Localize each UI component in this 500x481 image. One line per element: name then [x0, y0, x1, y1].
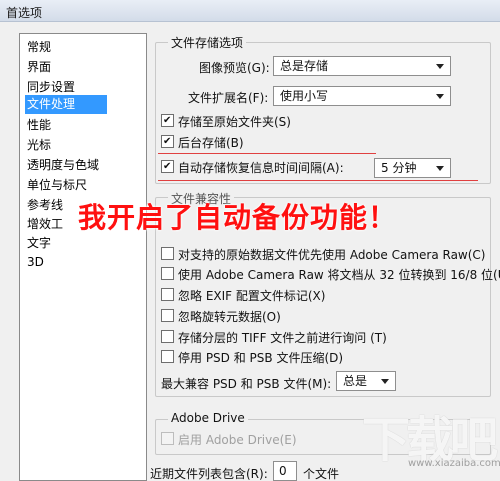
camera-raw-32bit-label: 使用 Adobe Camera Raw 将文档从 32 位转换到 16/8 位(… — [178, 268, 500, 282]
ignore-exif-label: 忽略 EXIF 配置文件标记(X) — [178, 289, 326, 303]
max-compat-label: 最大兼容 PSD 和 PSB 文件(M): — [161, 377, 332, 391]
file-extension-value: 使用小写 — [280, 89, 329, 103]
recent-files-label: 近期文件列表包含(R): — [150, 467, 268, 481]
ignore-exif-checkbox[interactable]: 忽略 EXIF 配置文件标记(X) — [161, 287, 325, 303]
ignore-rotation-metadata-label: 忽略旋转元数据(O) — [178, 310, 281, 324]
ask-layered-tiff-checkbox[interactable]: 存储分层的 TIFF 文件之前进行询问 (T) — [161, 329, 387, 345]
checkbox-icon — [161, 247, 174, 260]
image-preview-select[interactable]: 总是存储 — [273, 56, 451, 76]
background-save-label: 后台存储(B) — [178, 136, 244, 150]
sidebar-item-performance[interactable]: 性能 — [25, 116, 51, 135]
auto-save-checkbox[interactable]: 自动存储恢复信息时间间隔(A): — [161, 159, 344, 175]
disable-psd-compression-label: 停用 PSD 和 PSB 文件压缩(D) — [178, 351, 344, 365]
ask-layered-tiff-label: 存储分层的 TIFF 文件之前进行询问 (T) — [178, 331, 387, 345]
prefer-camera-raw-label: 对支持的原始数据文件优先使用 Adobe Camera Raw(C) — [178, 248, 486, 262]
max-compat-select[interactable]: 总是 — [336, 371, 396, 391]
sidebar-item-transparency-gamut[interactable]: 透明度与色域 — [25, 156, 99, 175]
enable-adobe-drive-label: 启用 Adobe Drive(E) — [178, 433, 297, 447]
sidebar-item-file-handling[interactable]: 文件处理 — [25, 95, 107, 114]
checkbox-icon — [161, 350, 174, 363]
sidebar-item-general[interactable]: 常规 — [25, 38, 51, 57]
auto-save-label: 自动存储恢复信息时间间隔(A): — [178, 161, 344, 175]
checkbox-icon — [161, 309, 174, 322]
annotation-underline — [158, 180, 478, 181]
category-list: 常规 界面 同步设置 文件处理 性能 光标 透明度与色域 单位与标尺 参考线 增… — [19, 33, 147, 481]
sidebar-item-cursors[interactable]: 光标 — [25, 136, 51, 155]
annotation-underline — [158, 153, 376, 154]
background-save-checkbox[interactable]: 后台存储(B) — [161, 134, 244, 150]
chevron-down-icon — [436, 94, 444, 99]
sidebar-item-3d[interactable]: 3D — [25, 253, 44, 272]
chevron-down-icon — [436, 64, 444, 69]
ignore-rotation-metadata-checkbox[interactable]: 忽略旋转元数据(O) — [161, 308, 281, 324]
chevron-down-icon — [436, 166, 444, 171]
file-saving-group-label: 文件存储选项 — [168, 34, 247, 51]
file-extension-select[interactable]: 使用小写 — [273, 86, 451, 106]
site-watermark: 下载吧 www.xiazaiba.com — [362, 400, 500, 481]
sidebar-item-interface[interactable]: 界面 — [25, 58, 51, 77]
camera-raw-32bit-checkbox[interactable]: 使用 Adobe Camera Raw 将文档从 32 位转换到 16/8 位(… — [161, 266, 500, 282]
checkbox-checked-icon — [161, 114, 174, 127]
watermark-url: www.xiazaiba.com — [408, 458, 500, 469]
auto-save-interval-value: 5 分钟 — [381, 161, 417, 175]
sidebar-item-type[interactable]: 文字 — [25, 234, 51, 253]
sidebar-item-guides[interactable]: 参考线 — [25, 196, 63, 215]
sidebar-item-plugins[interactable]: 增效工 — [25, 215, 63, 234]
file-extension-label: 文件扩展名(F): — [188, 91, 269, 105]
image-preview-label: 图像预览(G): — [199, 61, 270, 75]
save-to-original-folder-checkbox[interactable]: 存储至原始文件夹(S) — [161, 113, 291, 129]
recent-files-suffix: 个文件 — [303, 467, 340, 481]
enable-adobe-drive-checkbox[interactable]: 启用 Adobe Drive(E) — [161, 431, 297, 447]
checkbox-icon — [161, 267, 174, 280]
sidebar-item-units-rulers[interactable]: 单位与标尺 — [25, 176, 87, 195]
save-to-original-folder-label: 存储至原始文件夹(S) — [178, 115, 291, 129]
recent-files-count-input[interactable]: 0 — [273, 461, 297, 481]
prefer-camera-raw-checkbox[interactable]: 对支持的原始数据文件优先使用 Adobe Camera Raw(C) — [161, 246, 485, 262]
checkbox-icon — [161, 330, 174, 343]
checkbox-icon — [161, 432, 174, 445]
checkbox-checked-icon — [161, 135, 174, 148]
window-titlebar: 首选项 — [0, 0, 500, 22]
auto-save-interval-select[interactable]: 5 分钟 — [374, 158, 451, 178]
checkbox-icon — [161, 288, 174, 301]
window-title: 首选项 — [6, 6, 43, 20]
checkbox-checked-icon — [161, 160, 174, 173]
chevron-down-icon — [381, 379, 389, 384]
adobe-drive-group-label: Adobe Drive — [168, 411, 248, 425]
max-compat-value: 总是 — [343, 374, 368, 388]
image-preview-value: 总是存储 — [280, 59, 329, 73]
disable-psd-compression-checkbox[interactable]: 停用 PSD 和 PSB 文件压缩(D) — [161, 349, 343, 365]
annotation-text: 我开启了自动备份功能！ — [78, 201, 398, 234]
